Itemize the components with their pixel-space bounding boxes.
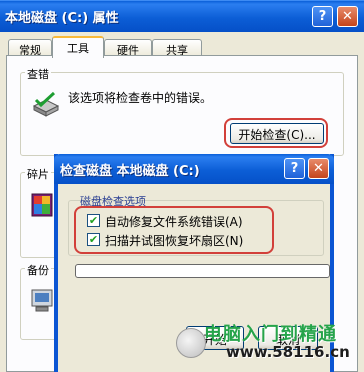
properties-titlebar[interactable]: 本地磁盘 (C:) 属性 ? ✕ <box>0 0 364 32</box>
start-check-button[interactable]: 开始检查(C)... <box>230 123 324 144</box>
window-title: 本地磁盘 (C:) 属性 <box>5 11 119 26</box>
close-button[interactable]: ✕ <box>337 6 358 27</box>
error-check-description: 该选项将检查卷中的错误。 <box>68 91 213 105</box>
dialog-titlebar[interactable]: 检查磁盘 本地磁盘 (C:) ? ✕ <box>54 154 334 184</box>
disk-check-icon <box>32 91 60 117</box>
dialog-close-button[interactable]: ✕ <box>308 158 329 179</box>
defrag-group-label: 碎片 <box>25 166 51 182</box>
backup-group-label: 备份 <box>25 262 51 278</box>
defrag-icon <box>31 193 53 217</box>
scan-bad-sectors-checkbox[interactable]: ✔ <box>87 233 100 246</box>
auto-fix-label: 自动修复文件系统错误(A) <box>105 215 243 229</box>
watermark-url: www.58116.cn <box>226 343 350 361</box>
dialog-title: 检查磁盘 本地磁盘 (C:) <box>60 164 200 179</box>
tab-tools[interactable]: 工具 <box>52 36 104 58</box>
check-progress-bar <box>75 264 330 278</box>
auto-fix-checkbox[interactable]: ✔ <box>87 214 100 227</box>
watermark-logo-icon <box>176 328 206 358</box>
scan-bad-sectors-label: 扫描并试图恢复坏扇区(N) <box>105 234 244 248</box>
help-button[interactable]: ? <box>312 6 333 27</box>
site-watermark: 电脑入门到精通 www.58116.cn <box>174 318 360 366</box>
backup-icon <box>31 289 53 312</box>
dialog-help-button[interactable]: ? <box>284 158 305 179</box>
error-check-group-label: 查错 <box>25 66 51 82</box>
